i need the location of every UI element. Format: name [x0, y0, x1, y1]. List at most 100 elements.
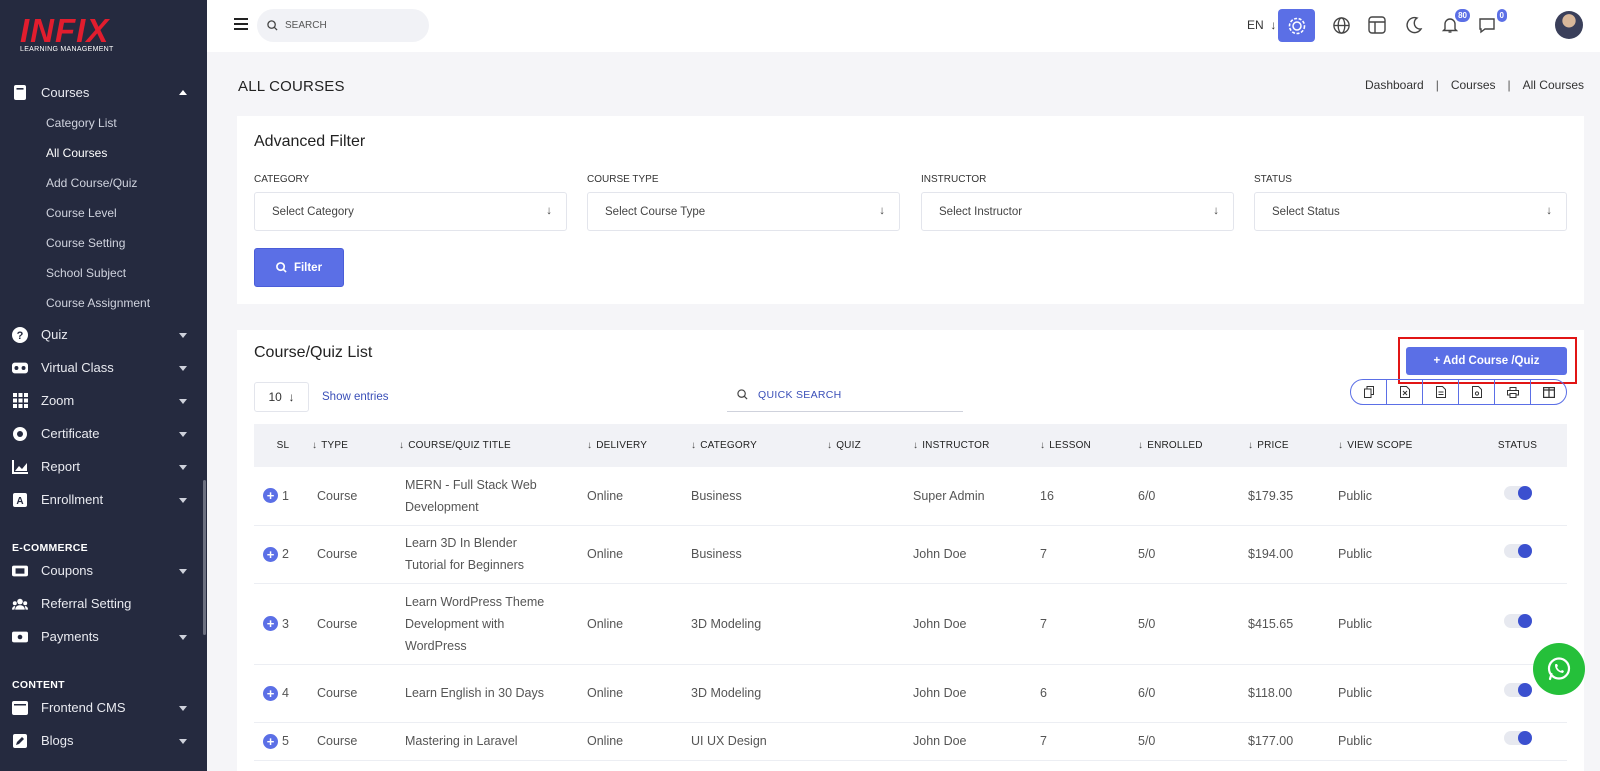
sidebar-item-zoom[interactable]: Zoom	[0, 384, 207, 417]
expand-row-icon[interactable]: +	[263, 616, 278, 631]
avatar[interactable]	[1555, 11, 1583, 39]
whatsapp-button[interactable]	[1533, 643, 1585, 695]
menu-toggle-icon[interactable]	[234, 18, 248, 30]
dark-mode-icon[interactable]	[1402, 13, 1426, 37]
message-count-badge: 0	[1496, 9, 1507, 22]
expand-row-icon[interactable]: +	[263, 546, 278, 562]
cell-scope: Public	[1338, 467, 1468, 526]
cell-type: Course	[312, 467, 399, 526]
col-enrolled[interactable]: ↓ ENROLLED	[1138, 424, 1248, 467]
csv-button[interactable]	[1423, 380, 1459, 404]
status-toggle[interactable]	[1503, 485, 1532, 500]
filter-button[interactable]: Filter	[254, 248, 344, 287]
breadcrumb-dashboard[interactable]: Dashboard	[1365, 78, 1424, 92]
sidebar-subitem-course-assignment[interactable]: Course Assignment	[0, 288, 207, 318]
sidebar-item-report[interactable]: Report	[0, 450, 207, 483]
col-lesson[interactable]: ↓ LESSON	[1040, 424, 1138, 467]
col-label: INSTRUCTOR	[922, 440, 990, 451]
col-status[interactable]: STATUS	[1468, 424, 1567, 467]
quick-search-input[interactable]	[758, 388, 948, 401]
category-select[interactable]: Select Category ↓	[254, 192, 567, 231]
sidebar-item-blogs[interactable]: Blogs	[0, 724, 207, 757]
col-delivery[interactable]: ↓ DELIVERY	[587, 424, 691, 467]
col-label: TYPE	[321, 440, 349, 451]
col-instructor[interactable]: ↓ INSTRUCTOR	[913, 424, 1040, 467]
expand-row-icon[interactable]: +	[263, 488, 278, 504]
sidebar-item-enrollment[interactable]: A Enrollment	[0, 483, 207, 516]
col-type[interactable]: ↓ TYPE	[312, 424, 399, 467]
breadcrumb-all-courses[interactable]: All Courses	[1523, 78, 1584, 92]
cell-title: Learn 3D In Blender Tutorial for Beginne…	[399, 525, 587, 584]
col-view-scope[interactable]: ↓ VIEW SCOPE	[1338, 424, 1468, 467]
cell-title: MERN - Full Stack Web Development	[399, 467, 587, 526]
sidebar-subitem-course-level[interactable]: Course Level	[0, 198, 207, 228]
sidebar-item-payments[interactable]: Payments	[0, 620, 207, 653]
cell-sl-value: 1	[282, 488, 289, 503]
cell-price: $177.00	[1248, 722, 1338, 761]
sidebar-item-virtual-class[interactable]: Virtual Class	[0, 351, 207, 384]
expand-row-icon[interactable]: +	[263, 733, 278, 749]
cell-type: Course	[312, 722, 399, 761]
col-quiz[interactable]: ↓ QUIZ	[827, 424, 913, 467]
sidebar-item-quiz[interactable]: ? Quiz	[0, 318, 207, 351]
col-price[interactable]: ↓ PRICE	[1248, 424, 1338, 467]
arrow-down-icon: ↓	[288, 390, 295, 404]
sidebar-item-coupons[interactable]: Coupons	[0, 554, 207, 587]
sidebar-subitem-all-courses[interactable]: All Courses	[0, 138, 207, 168]
sidebar-subitem-add-course-quiz[interactable]: Add Course/Quiz	[0, 168, 207, 198]
language-selector[interactable]: EN ↓	[1247, 18, 1276, 32]
copy-icon	[1363, 386, 1374, 398]
globe-icon[interactable]	[1329, 13, 1353, 37]
sidebar-item-courses[interactable]: Courses	[0, 80, 207, 104]
search-input[interactable]	[285, 20, 415, 31]
sidebar-item-referral-setting[interactable]: Referral Setting	[0, 587, 207, 620]
instructor-label: INSTRUCTOR	[921, 174, 987, 185]
col-title[interactable]: ↓ COURSE/QUIZ TITLE	[399, 424, 587, 467]
course-type-select[interactable]: Select Course Type ↓	[587, 192, 900, 231]
col-label: QUIZ	[836, 440, 861, 451]
cell-sl-value: 2	[282, 547, 289, 561]
cell-scope: Public	[1338, 722, 1468, 761]
status-toggle[interactable]	[1503, 613, 1532, 628]
entries-select[interactable]: 10 ↓	[254, 382, 309, 412]
cell-delivery: Online	[587, 467, 691, 526]
status-toggle[interactable]	[1503, 731, 1532, 745]
status-select[interactable]: Select Status ↓	[1254, 192, 1567, 231]
sidebar-subitem-course-setting[interactable]: Course Setting	[0, 228, 207, 258]
logo[interactable]: INFIX LEARNING MANAGEMENT	[20, 14, 114, 53]
messages-icon[interactable]: 0	[1475, 9, 1507, 37]
sidebar-subitem-category-list[interactable]: Category List	[0, 108, 207, 138]
sidebar-item-label: Enrollment	[41, 492, 104, 507]
expand-row-icon[interactable]: +	[263, 685, 278, 701]
table-row: +3 Course Learn WordPress Theme Developm…	[254, 583, 1567, 665]
sidebar-subitem-school-subject[interactable]: School Subject	[0, 258, 207, 288]
quick-search[interactable]	[727, 378, 963, 412]
pdf-button[interactable]	[1459, 380, 1495, 404]
notifications-icon[interactable]: 80	[1438, 9, 1470, 37]
status-toggle[interactable]	[1503, 683, 1532, 697]
columns-button[interactable]	[1531, 380, 1566, 404]
breadcrumb-courses[interactable]: Courses	[1451, 78, 1496, 92]
col-sl[interactable]: SL	[254, 424, 312, 467]
course-type-select-value: Select Course Type	[605, 205, 706, 218]
sidebar-item-label: Zoom	[41, 393, 75, 408]
sidebar-item-certificate[interactable]: Certificate	[0, 417, 207, 450]
col-category[interactable]: ↓ CATEGORY	[691, 424, 827, 467]
excel-button[interactable]	[1387, 380, 1423, 404]
global-search[interactable]	[257, 9, 429, 42]
status-toggle[interactable]	[1503, 544, 1532, 558]
chevron-down-icon	[179, 705, 187, 711]
print-button[interactable]	[1495, 380, 1531, 404]
add-course-quiz-button[interactable]: + Add Course /Quiz	[1406, 347, 1567, 375]
sort-icon: ↓	[691, 440, 697, 451]
search-icon	[267, 20, 278, 31]
copy-button[interactable]	[1351, 380, 1387, 404]
settings-button[interactable]	[1278, 9, 1315, 42]
sidebar-item-frontend-cms[interactable]: Frontend CMS	[0, 691, 207, 724]
sidebar-scrollbar[interactable]	[203, 480, 206, 635]
instructor-select[interactable]: Select Instructor ↓	[921, 192, 1234, 231]
print-icon	[1506, 386, 1519, 398]
layout-icon[interactable]	[1365, 13, 1389, 37]
chevron-up-icon	[179, 90, 187, 95]
status-select-value: Select Status	[1272, 205, 1340, 218]
